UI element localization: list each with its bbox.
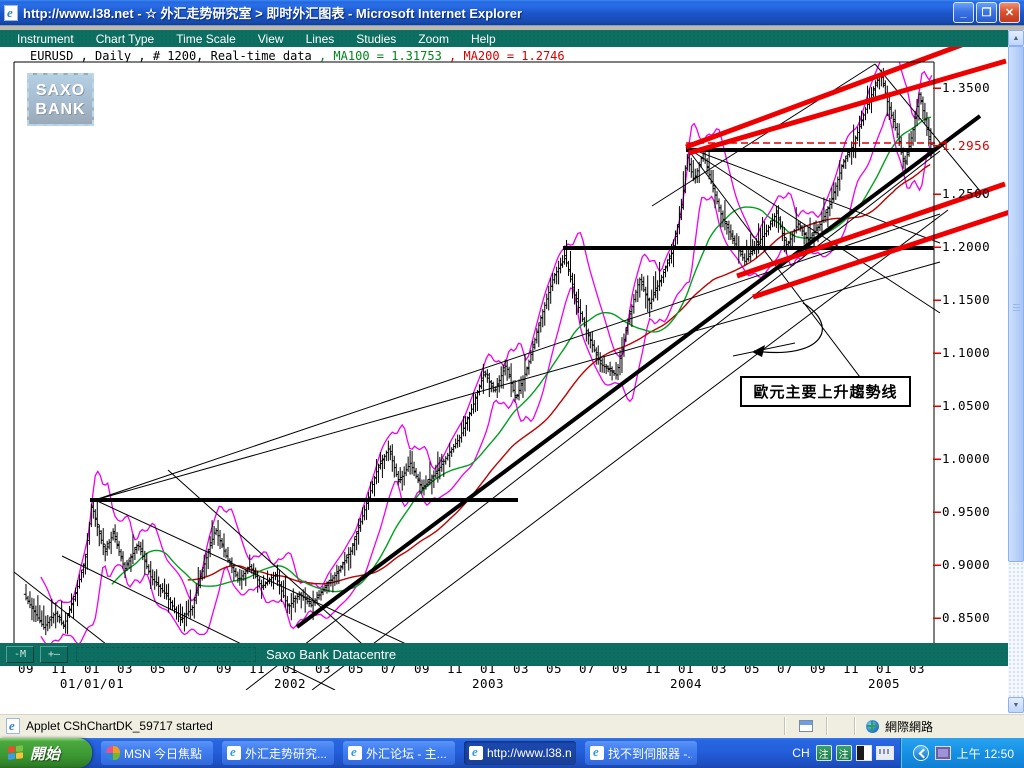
- taskbar: 開始 MSN 今日焦點 外汇走势研究... 外汇论坛 - 主... http:/…: [0, 738, 1024, 768]
- system-tray: 上午 12:50: [899, 738, 1024, 768]
- browser-status-bar: Applet CShChartDK_59717 started 網際網路: [0, 713, 1024, 738]
- ie-icon: [469, 744, 483, 760]
- y-axis-tick-label: 1.2500: [942, 186, 991, 201]
- security-zone-panel: 網際網路: [856, 715, 1024, 737]
- status-recess-panel: [76, 647, 256, 662]
- menu-chart-type[interactable]: Chart Type: [85, 32, 165, 46]
- x-axis-year-label: 2005: [867, 676, 901, 691]
- y-axis-tick-label: 1.1000: [942, 345, 991, 360]
- taskbar-item-l38-active[interactable]: http://www.l38.n...: [464, 741, 576, 765]
- crosshair-tool-button[interactable]: +—: [40, 646, 68, 663]
- menu-zoom[interactable]: Zoom: [407, 32, 460, 46]
- menu-view[interactable]: View: [247, 32, 295, 46]
- y-axis-tick-label: 1.3500: [942, 80, 991, 95]
- marker-tool-button[interactable]: -M: [6, 646, 34, 663]
- ie-icon: [227, 744, 241, 760]
- taskbar-clock: 上午 12:50: [956, 746, 1014, 761]
- window-title: http://www.l38.net - ☆ 外汇走势研究室 > 即时外汇图表 …: [23, 6, 523, 21]
- y-axis-tick-label: 0.8500: [942, 610, 991, 625]
- x-axis-year-label: 2004: [669, 676, 703, 691]
- language-bar: CH 注 注: [786, 745, 899, 761]
- language-indicator[interactable]: CH: [792, 746, 809, 760]
- ime-halfwidth-icon[interactable]: [855, 745, 872, 761]
- ie-icon: [590, 744, 604, 760]
- windows-logo-icon: [8, 744, 24, 762]
- applet-menu-bar: Instrument Chart Type Time Scale View Li…: [0, 30, 1024, 47]
- taskbar-item-forex-research[interactable]: 外汇走势研究...: [222, 741, 334, 765]
- menu-instrument[interactable]: Instrument: [6, 32, 85, 46]
- scroll-up-arrow-icon[interactable]: ▲: [1008, 30, 1024, 46]
- start-button[interactable]: 開始: [0, 738, 92, 768]
- status-panel-window: [786, 715, 826, 737]
- y-axis-tick-label: 1.2000: [942, 239, 991, 254]
- network-monitor-icon[interactable]: [934, 746, 951, 760]
- menu-time-scale[interactable]: Time Scale: [165, 32, 247, 46]
- taskbar-item-server-not-found[interactable]: 找不到伺服器 -...: [585, 741, 697, 765]
- ie-window: http://www.l38.net - ☆ 外汇走势研究室 > 即时外汇图表 …: [0, 0, 1024, 768]
- y-axis-tick-label: 1.1500: [942, 292, 991, 307]
- taskbar-item-msn[interactable]: MSN 今日焦點: [101, 741, 213, 765]
- restore-button[interactable]: ❐: [976, 2, 997, 23]
- y-axis-tick-label: 0.9000: [942, 557, 991, 572]
- msn-butterfly-icon: [106, 746, 120, 760]
- ime-icon-2[interactable]: 注: [835, 745, 852, 761]
- y-axis-tick-label: 1.0000: [942, 451, 991, 466]
- datacentre-label: Saxo Bank Datacentre: [266, 647, 397, 662]
- x-axis-year-label: 2002: [273, 676, 307, 691]
- zone-label: 網際網路: [885, 719, 934, 734]
- title-bar[interactable]: http://www.l38.net - ☆ 外汇走势研究室 > 即时外汇图表 …: [0, 0, 1024, 25]
- status-panel-empty: [828, 715, 854, 737]
- ime-icon-1[interactable]: 注: [815, 745, 832, 761]
- ma100-label: , MA100 = 1.31753: [318, 49, 450, 63]
- window-mini-icon: [799, 720, 813, 732]
- applet-status-bar: -M +— Saxo Bank Datacentre: [0, 643, 1008, 666]
- minimize-button[interactable]: _: [953, 2, 974, 23]
- scrollbar-thumb[interactable]: [1008, 46, 1024, 562]
- globe-icon: [866, 719, 879, 733]
- logo-line-2: BANK: [35, 100, 86, 118]
- y-axis-tick-label: 0.9500: [942, 504, 991, 519]
- ie-icon: [348, 744, 362, 760]
- applet-status-icon: [6, 718, 20, 734]
- menu-studies[interactable]: Studies: [345, 32, 407, 46]
- chart-header: EURUSD , Daily , # 1200, Real-time data …: [30, 49, 565, 63]
- scroll-down-arrow-icon[interactable]: ▼: [1008, 697, 1024, 713]
- hide-icons-chevron-icon[interactable]: [912, 745, 929, 761]
- x-axis-year-label: 2003: [471, 676, 505, 691]
- ie-page-icon: [4, 4, 18, 21]
- vertical-scrollbar[interactable]: ▲ ▼: [1008, 30, 1024, 713]
- trend-annotation-box: 歐元主要上升趨勢线: [740, 376, 911, 407]
- taskbar-item-forex-forum[interactable]: 外汇论坛 - 主...: [343, 741, 455, 765]
- close-button[interactable]: ✕: [999, 2, 1020, 23]
- status-message: Applet CShChartDK_59717 started: [26, 719, 213, 733]
- ma200-label: , MA200 = 1.2746: [449, 49, 565, 63]
- x-axis-year-label: 01/01/01: [59, 676, 125, 691]
- menu-help[interactable]: Help: [460, 32, 507, 46]
- price-chart-canvas[interactable]: [0, 47, 1008, 690]
- menu-lines[interactable]: Lines: [295, 32, 346, 46]
- instrument-label: EURUSD , Daily , # 1200, Real-time data: [30, 49, 319, 63]
- saxo-bank-logo: SAXO BANK: [27, 73, 94, 126]
- y-axis-tick-label: 1.2956: [942, 137, 991, 153]
- logo-line-1: SAXO: [35, 81, 86, 99]
- chart-area[interactable]: EURUSD , Daily , # 1200, Real-time data …: [0, 47, 1008, 691]
- keyboard-icon[interactable]: [875, 746, 894, 760]
- y-axis-tick-label: 1.0500: [942, 398, 991, 413]
- start-label: 開始: [30, 745, 61, 763]
